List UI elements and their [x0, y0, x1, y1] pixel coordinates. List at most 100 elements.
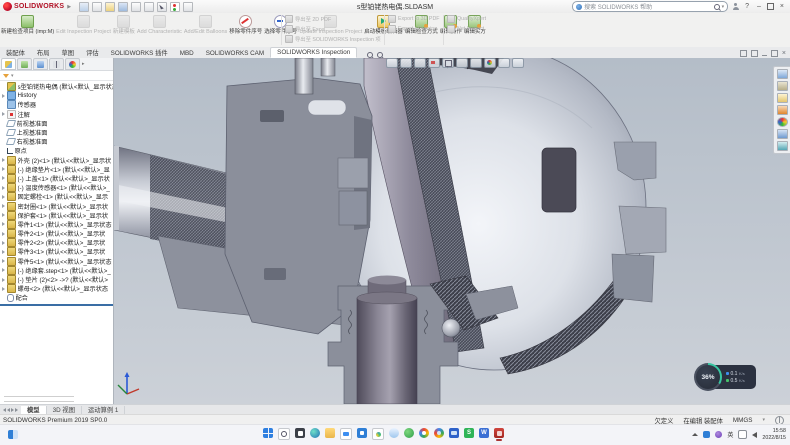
ribbon-tab[interactable]: 评估 [80, 47, 105, 58]
tree-item[interactable]: s型铂铑热电偶 (默认<默认_显示状态-1 [0, 82, 113, 91]
tree-item[interactable]: 前视基准面 [0, 119, 113, 128]
export-button[interactable]: Export eDrawing [388, 25, 440, 33]
export-button[interactable]: 导出至 2D PDF [285, 15, 381, 23]
export-button[interactable]: 导出至 SOLIDWORKS Inspection 项目 [285, 35, 381, 43]
headsup-icon[interactable] [456, 58, 468, 68]
headsup-icon[interactable] [414, 58, 426, 68]
taskpane-tab-icon[interactable] [777, 69, 788, 79]
tree-item[interactable]: 原点 [0, 146, 113, 155]
doc-cascade-icon[interactable] [751, 50, 758, 57]
tree-item[interactable]: History [0, 91, 113, 100]
ribbon-tab[interactable]: 布局 [31, 47, 56, 58]
units-dropdown-icon[interactable]: ▾ [762, 417, 765, 423]
tree-item[interactable]: 零件1<1> (默认<<默认>_显示状态 [0, 220, 113, 229]
doc-close-icon[interactable]: × [782, 51, 786, 57]
panel-split-bar[interactable] [0, 304, 113, 306]
tray-app-icon[interactable] [703, 431, 710, 438]
expand-arrow-icon[interactable] [2, 232, 5, 236]
ribbon-tab[interactable]: MBD [174, 49, 200, 58]
headsup-icon[interactable] [428, 58, 440, 68]
save-icon[interactable] [118, 2, 128, 12]
home-icon[interactable] [79, 2, 89, 12]
select-icon[interactable] [157, 2, 167, 12]
tree-item[interactable]: (-) 垫片 (2)<2> ->? (默认<<默认> [0, 275, 113, 284]
taskbar-app-icon[interactable] [434, 428, 444, 438]
tree-item[interactable]: 配合 [0, 293, 113, 302]
ribbon-button[interactable]: Edit Inspection Project [55, 13, 112, 47]
expand-arrow-icon[interactable] [2, 278, 5, 282]
tray-shield-icon[interactable] [715, 431, 722, 438]
expand-arrow-icon[interactable] [2, 287, 5, 291]
taskpane-tab-icon[interactable] [777, 117, 788, 127]
filter-dropdown-icon[interactable]: ▾ [11, 73, 14, 79]
tree-item[interactable]: (-) 上盖<1> (默认<<默认>_显示状 [0, 174, 113, 183]
doc-restore-icon[interactable] [740, 50, 747, 57]
search-dropdown-icon[interactable]: ▾ [722, 4, 725, 10]
ribbon-tab[interactable]: SOLIDWORKS Inspection [270, 47, 357, 58]
taskpane-tab-icon[interactable] [777, 93, 788, 103]
expand-arrow-icon[interactable] [2, 186, 5, 190]
tree-item[interactable]: 螺母<2> (默认<<默认>_显示状态 [0, 284, 113, 293]
headsup-icon[interactable] [386, 58, 398, 68]
tab-configuration-manager[interactable] [33, 58, 48, 70]
export-button[interactable]: 导出至 Excel [285, 25, 381, 33]
tree-item[interactable]: 零件2<2> (默认<<默认>_显示状 [0, 238, 113, 247]
expand-arrow-icon[interactable] [2, 268, 5, 272]
expand-arrow-icon[interactable] [2, 204, 5, 208]
expand-arrow-icon[interactable] [2, 176, 5, 180]
headsup-icon[interactable] [484, 58, 496, 68]
widgets-icon[interactable] [8, 430, 18, 439]
expand-arrow-icon[interactable] [2, 112, 5, 116]
model-3d-view[interactable] [114, 58, 790, 404]
restore-button[interactable] [767, 3, 774, 10]
taskbar-app-icon[interactable]: S [464, 428, 474, 438]
user-account-icon[interactable] [732, 3, 739, 10]
taskbar-app-icon[interactable] [340, 428, 352, 440]
ime-indicator[interactable]: 英 [727, 430, 733, 439]
floating-monitor-ball[interactable]: 0.1K/s 0.5K/s 36% [694, 363, 758, 391]
tab-property-manager[interactable] [17, 58, 32, 70]
new-document-icon[interactable] [92, 2, 102, 12]
taskbar-clock[interactable]: 15:58 2022/8/15 [762, 428, 786, 441]
ribbon-button[interactable]: Add/Edit Balloons [183, 13, 228, 47]
expand-arrow-icon[interactable] [2, 241, 5, 245]
doc-minimize-icon[interactable] [762, 55, 767, 56]
menu-expand-arrow-icon[interactable]: ▶ [67, 4, 71, 10]
tab-scroll-arrows[interactable] [0, 408, 21, 412]
open-icon[interactable] [105, 2, 115, 12]
volume-icon[interactable] [752, 432, 757, 438]
export-button[interactable]: QualityXpert [447, 15, 503, 23]
tree-filter[interactable]: ▾ [0, 71, 113, 81]
tree-item[interactable]: 右视基准面 [0, 137, 113, 146]
ribbon-button[interactable]: Add Characteristic [136, 13, 183, 47]
ribbon-button[interactable]: 移除零件序号 [228, 13, 263, 47]
tree-item[interactable]: (-) 温度传感器<1> (默认<<默认>_ [0, 183, 113, 192]
headsup-icon[interactable] [498, 58, 510, 68]
expand-arrow-icon[interactable] [2, 250, 5, 254]
export-button[interactable]: Net-Inspect [447, 25, 503, 33]
rebuild-icon[interactable] [170, 2, 180, 12]
search-icon[interactable] [714, 4, 720, 10]
taskbar-app-icon[interactable] [263, 428, 273, 438]
taskbar-app-icon[interactable] [494, 428, 504, 438]
taskbar-app-icon[interactable] [357, 428, 367, 438]
options-gear-icon[interactable] [183, 2, 193, 12]
print-icon[interactable] [131, 2, 141, 12]
tree-item[interactable]: (-) 绝缘垫片<1> (默认<<默认>_显 [0, 165, 113, 174]
taskbar-app-icon[interactable] [419, 428, 429, 438]
ribbon-tab[interactable]: SOLIDWORKS 插件 [105, 47, 174, 58]
taskpane-tab-icon[interactable] [777, 129, 788, 139]
touch-keyboard-icon[interactable] [738, 430, 747, 439]
expand-arrow-icon[interactable] [2, 259, 5, 263]
units-selector[interactable]: MMGS [733, 417, 753, 424]
taskbar-app-icon[interactable] [389, 428, 399, 438]
tab-feature-tree[interactable] [1, 58, 16, 70]
expand-arrow-icon[interactable] [2, 158, 5, 162]
close-button[interactable]: × [778, 2, 786, 11]
taskbar-app-icon[interactable] [325, 428, 335, 438]
taskbar-app-icon[interactable] [449, 428, 459, 438]
tree-item[interactable]: 保护套<1> (默认<<默认>_显示状 [0, 211, 113, 220]
tree-item[interactable]: 零件3<1> (默认<<默认>_显示状 [0, 247, 113, 256]
tree-item[interactable]: 外壳 (2)<1> (默认<<默认>_显示状 [0, 156, 113, 165]
help-button[interactable]: ? [743, 2, 751, 11]
